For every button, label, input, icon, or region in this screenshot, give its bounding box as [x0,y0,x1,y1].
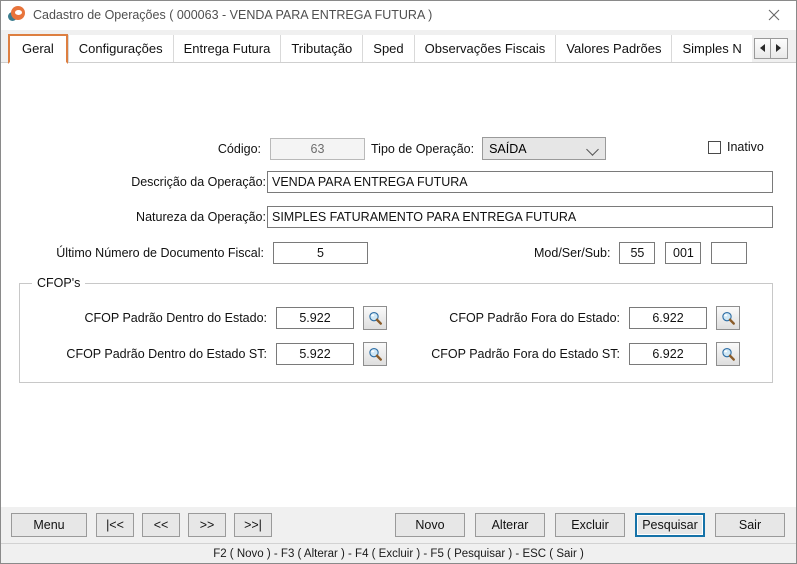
cfop-dentro-st-search-button[interactable] [363,342,387,366]
title-bar: Cadastro de Operações ( 000063 - VENDA P… [1,1,796,30]
cfop-dentro-search-button[interactable] [363,306,387,330]
descricao-label: Descrição da Operação: [131,175,266,189]
tab-simples-nacional[interactable]: Simples N [671,35,752,63]
tab-content-geral: Código: 63 Tipo de Operação: SAÍDA Inati… [1,62,796,507]
magnifier-icon [368,311,382,325]
tab-valores-padroes[interactable]: Valores Padrões [555,35,672,63]
mod-ser-sub-label: Mod/Ser/Sub: [534,246,611,260]
mod-ser-sub-row: Mod/Ser/Sub: 55 001 [534,242,748,264]
descricao-input[interactable]: VENDA PARA ENTREGA FUTURA [267,171,773,193]
cfop-dentro-label: CFOP Padrão Dentro do Estado: [84,311,267,325]
natureza-row: Natureza da Operação: SIMPLES FATURAMENT… [101,206,773,228]
ser-input[interactable]: 001 [665,242,702,264]
cfop-fora-label: CFOP Padrão Fora do Estado: [449,311,620,325]
excluir-button[interactable]: Excluir [555,513,625,537]
natureza-input[interactable]: SIMPLES FATURAMENTO PARA ENTREGA FUTURA [267,206,773,228]
cfop-dentro-st-row: CFOP Padrão Dentro do Estado ST: 5.922 [27,342,387,366]
codigo-input: 63 [270,138,365,160]
cfop-fora-st-label: CFOP Padrão Fora do Estado ST: [431,347,620,361]
cfop-group-box: CFOP's CFOP Padrão Dentro do Estado: 5.9… [19,276,773,383]
tab-entrega-futura[interactable]: Entrega Futura [172,35,281,63]
tipo-operacao-select[interactable]: SAÍDA [482,137,607,160]
inativo-checkbox-row[interactable]: Inativo [708,140,764,154]
cfop-fora-st-search-button[interactable] [716,342,740,366]
ultimo-numero-label: Último Número de Documento Fiscal: [56,246,264,260]
magnifier-icon [721,347,735,361]
pesquisar-button[interactable]: Pesquisar [635,513,705,537]
natureza-label: Natureza da Operação: [136,210,266,224]
alterar-button[interactable]: Alterar [475,513,545,537]
sub-input[interactable] [711,242,748,264]
codigo-label: Código: [217,142,261,156]
close-icon[interactable] [752,1,796,29]
status-bar: F2 ( Novo ) - F3 ( Alterar ) - F4 ( Excl… [1,543,796,563]
menu-button[interactable]: Menu [11,513,87,537]
ultimo-numero-input[interactable]: 5 [273,242,368,264]
tab-bar: Geral Configurações Entrega Futura Tribu… [1,30,796,64]
application-window: Cadastro de Operações ( 000063 - VENDA P… [0,0,797,564]
cfop-fora-input[interactable]: 6.922 [629,307,707,329]
novo-button[interactable]: Novo [395,513,465,537]
first-record-button[interactable]: |<< [96,513,134,537]
triangle-left-icon [759,44,765,52]
shortcut-hints: F2 ( Novo ) - F3 ( Alterar ) - F4 ( Excl… [213,547,584,560]
tipo-operacao-row: Tipo de Operação: SAÍDA [371,137,607,160]
cfop-dentro-input[interactable]: 5.922 [276,307,354,329]
cfop-dentro-row: CFOP Padrão Dentro do Estado: 5.922 [47,306,387,330]
cfop-dentro-st-input[interactable]: 5.922 [276,343,354,365]
window-title: Cadastro de Operações ( 000063 - VENDA P… [33,8,433,22]
inativo-label: Inativo [727,140,764,154]
tab-scroll-buttons [753,37,788,59]
chevron-down-icon [586,143,599,156]
previous-record-button[interactable]: << [142,513,180,537]
tab-geral[interactable]: Geral [8,34,68,64]
magnifier-icon [721,311,735,325]
tab-configuracoes[interactable]: Configurações [67,35,173,63]
tipo-operacao-label: Tipo de Operação: [371,141,475,156]
tab-scroll-right-button[interactable] [770,37,788,59]
next-record-button[interactable]: >> [188,513,226,537]
cfop-group-title: CFOP's [32,276,86,290]
tab-sped[interactable]: Sped [362,35,414,63]
ultimo-numero-row: Último Número de Documento Fiscal: 5 [19,242,368,264]
mod-input[interactable]: 55 [619,242,656,264]
cfop-fora-st-row: CFOP Padrão Fora do Estado ST: 6.922 [385,342,740,366]
descricao-row: Descrição da Operação: VENDA PARA ENTREG… [101,171,773,193]
tab-observacoes-fiscais[interactable]: Observações Fiscais [413,35,556,63]
cfop-fora-row: CFOP Padrão Fora do Estado: 6.922 [405,306,740,330]
cfop-dentro-st-label: CFOP Padrão Dentro do Estado ST: [66,347,267,361]
sair-button[interactable]: Sair [715,513,785,537]
inativo-checkbox[interactable] [708,140,721,154]
cfop-fora-search-button[interactable] [716,306,740,330]
triangle-right-icon [776,44,782,52]
last-record-button[interactable]: >>| [234,513,272,537]
magnifier-icon [368,347,382,361]
app-logo-icon [8,6,26,24]
codigo-field-row: Código: 63 [206,138,365,160]
bottom-toolbar: Menu |<< << >> >>| Novo Alterar Excluir … [1,507,796,543]
cfop-fora-st-input[interactable]: 6.922 [629,343,707,365]
tab-tributacao[interactable]: Tributação [280,35,363,63]
tab-scroll-left-button[interactable] [753,37,771,59]
tipo-operacao-selected-value: SAÍDA [489,141,527,156]
